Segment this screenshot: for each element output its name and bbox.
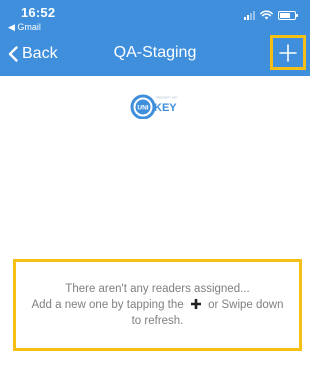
empty-state-message: There aren't any readers assigned... Add…	[13, 259, 302, 351]
svg-text:UNI: UNI	[137, 105, 148, 112]
cellular-signal-icon	[244, 10, 255, 20]
battery-icon	[278, 10, 298, 20]
status-time: 16:52	[21, 5, 56, 20]
plus-icon	[279, 43, 297, 62]
empty-state-line-2: Add a new one by tapping the or Swipe do…	[31, 297, 284, 313]
svg-text:KEY: KEY	[154, 102, 177, 114]
status-icons	[244, 9, 298, 21]
empty-state-line-2-after: or Swipe down	[208, 299, 284, 311]
unikey-logo: UNI KEY PROXIMITY KEY	[130, 94, 178, 119]
plus-icon	[190, 299, 201, 309]
empty-state-line-3: to refresh.	[131, 315, 184, 327]
empty-state-line-1: There aren't any readers assigned...	[65, 283, 250, 295]
back-to-app-link[interactable]: ◀ Gmail	[8, 22, 41, 33]
app-header: 16:52 ◀ Gmail Back QA-Staging	[0, 0, 310, 76]
page-title: QA-Staging	[113, 44, 197, 61]
empty-state-line-2-before: Add a new one by tapping the	[31, 299, 184, 311]
add-reader-button[interactable]	[270, 35, 306, 70]
wifi-icon	[260, 10, 273, 20]
svg-text:PROXIMITY KEY: PROXIMITY KEY	[156, 96, 178, 100]
